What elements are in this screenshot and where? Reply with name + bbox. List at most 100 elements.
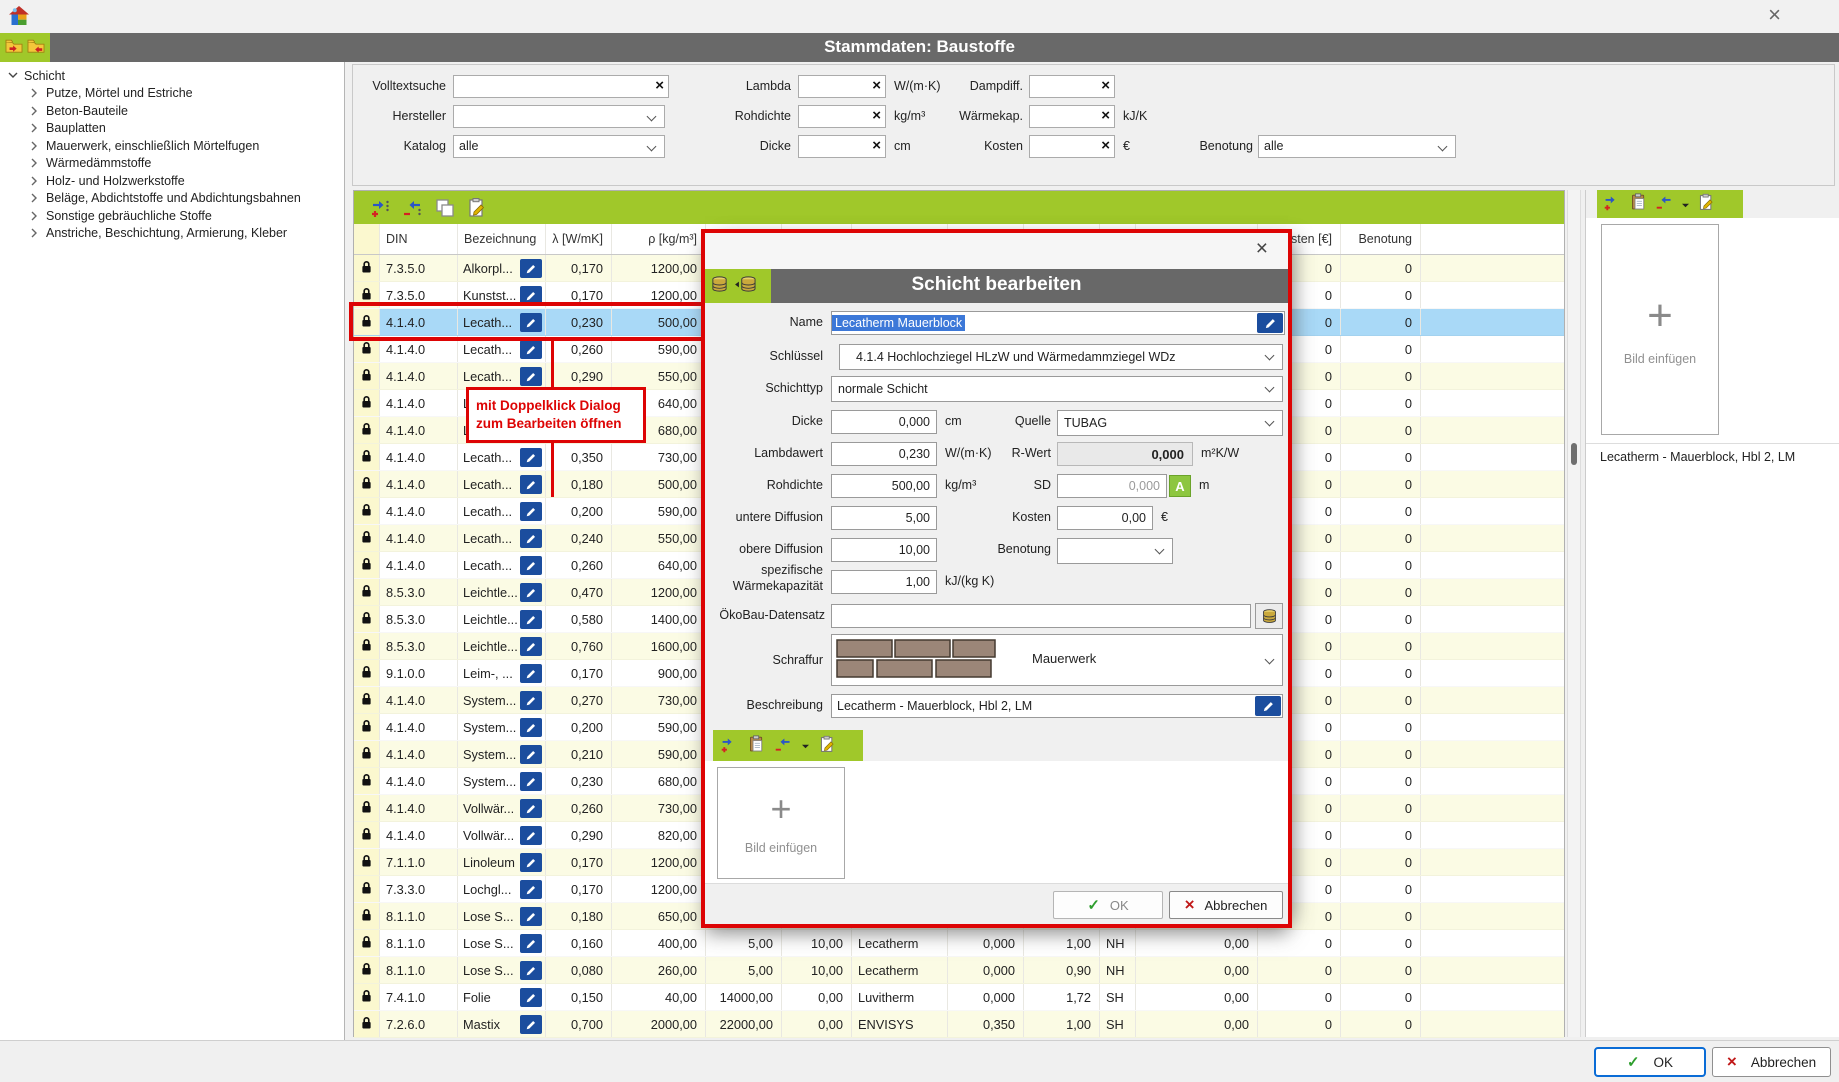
lock-header[interactable]	[354, 224, 380, 254]
obere-diffusion-input[interactable]: 10,00	[831, 538, 937, 562]
din-header[interactable]: DIN	[380, 224, 458, 254]
edit-pencil-icon[interactable]	[520, 610, 542, 629]
bezeichnung-header[interactable]: Bezeichnung	[458, 224, 546, 254]
lambdawert-input[interactable]: 0,230	[831, 442, 937, 466]
paste-icon[interactable]	[1629, 193, 1648, 215]
clear-icon[interactable]: ×	[872, 107, 881, 124]
oekobau-input[interactable]	[831, 604, 1251, 628]
clear-icon[interactable]: ×	[1101, 137, 1110, 154]
chevron-right-icon[interactable]	[30, 211, 46, 221]
tree-item[interactable]: Mauerwerk, einschließlich Mörtelfugen	[0, 137, 344, 155]
spez-waermekapazitaet-input[interactable]: 1,00	[831, 570, 937, 594]
edit-pencil-icon[interactable]	[520, 745, 542, 764]
image-placeholder[interactable]: + Bild einfügen	[1601, 224, 1719, 435]
edit-pencil-icon[interactable]	[520, 583, 542, 602]
schichttyp-dropdown[interactable]: normale Schicht	[831, 376, 1283, 402]
beschreibung-input[interactable]: Lecatherm - Mauerblock, Hbl 2, LM	[831, 694, 1283, 718]
table-row[interactable]: 8.1.1.0 Lose S... 0,160 400,00 5,00 10,0…	[354, 930, 1564, 957]
tree-item[interactable]: Wärmedämmstoffe	[0, 155, 344, 173]
edit-pencil-icon[interactable]	[520, 637, 542, 656]
sd-input[interactable]: 0,000	[1057, 474, 1167, 498]
benotung-dropdown[interactable]: alle	[1258, 135, 1456, 158]
schluessel-dropdown[interactable]: 4.1.4 Hochlochziegel HLzW und Wärmedammz…	[839, 344, 1283, 370]
lambda-header[interactable]: λ [W/mK]	[546, 224, 612, 254]
remove-row-icon[interactable]	[774, 735, 793, 757]
chevron-down-icon[interactable]	[8, 71, 24, 80]
edit-pencil-icon[interactable]	[520, 799, 542, 818]
lambda-input[interactable]: ×	[798, 75, 886, 98]
chevron-right-icon[interactable]	[30, 88, 46, 98]
dialog-ok-button[interactable]: ✓ OK	[1053, 891, 1163, 919]
katalog-dropdown[interactable]: alle	[453, 135, 665, 158]
table-row[interactable]: 8.1.1.0 Lose S... 0,080 260,00 5,00 10,0…	[354, 957, 1564, 984]
edit-pencil-icon[interactable]	[1257, 313, 1283, 333]
edit-pencil-icon[interactable]	[520, 772, 542, 791]
tree-item[interactable]: Holz- und Holzwerkstoffe	[0, 172, 344, 190]
table-row[interactable]: 7.4.1.0 Folie 0,150 40,00 14000,00 0,00 …	[354, 984, 1564, 1011]
vertical-scrollbar[interactable]	[1567, 190, 1581, 1037]
benotung-header[interactable]: Benotung	[1341, 224, 1421, 254]
edit-pencil-icon[interactable]	[520, 664, 542, 683]
edit-pencil-icon[interactable]	[1255, 696, 1281, 716]
chevron-right-icon[interactable]	[30, 193, 46, 203]
remove-row-icon[interactable]	[402, 197, 424, 219]
hersteller-dropdown[interactable]	[453, 105, 665, 128]
name-input[interactable]: Lecatherm Mauerblock	[831, 311, 1285, 335]
remove-row-icon[interactable]	[1655, 193, 1674, 215]
edit-pencil-icon[interactable]	[520, 826, 542, 845]
add-row-icon[interactable]	[370, 197, 392, 219]
clear-icon[interactable]: ×	[872, 77, 881, 94]
paste-icon[interactable]	[747, 735, 766, 757]
table-row[interactable]: 7.2.6.0 Mastix 0,700 2000,00 22000,00 0,…	[354, 1011, 1564, 1038]
tree-item[interactable]: Sonstige gebräuchliche Stoffe	[0, 207, 344, 225]
clear-icon[interactable]: ×	[1101, 77, 1110, 94]
benotung-dropdown[interactable]	[1057, 538, 1173, 564]
tree-item[interactable]: Beton-Bauteile	[0, 102, 344, 120]
edit-pencil-icon[interactable]	[520, 556, 542, 575]
chevron-right-icon[interactable]	[30, 176, 46, 186]
edit-pencil-icon[interactable]	[520, 259, 542, 278]
kosten-input[interactable]: 0,00	[1057, 506, 1153, 530]
chevron-right-icon[interactable]	[30, 158, 46, 168]
clear-icon[interactable]: ×	[655, 77, 664, 94]
edit-pencil-icon[interactable]	[520, 718, 542, 737]
edit-pencil-icon[interactable]	[520, 880, 542, 899]
kosten-input[interactable]: ×	[1029, 135, 1115, 158]
paste-edit-icon[interactable]	[818, 735, 837, 757]
chevron-right-icon[interactable]	[30, 123, 46, 133]
volltextsuche-input[interactable]: ×	[453, 75, 669, 98]
rohdichte-input[interactable]: 500,00	[831, 474, 937, 498]
clear-icon[interactable]: ×	[1101, 107, 1110, 124]
chevron-right-icon[interactable]	[30, 106, 46, 116]
edit-pencil-icon[interactable]	[520, 1015, 542, 1034]
clear-icon[interactable]: ×	[872, 137, 881, 154]
edit-pencil-icon[interactable]	[520, 853, 542, 872]
menu-arrow-icon[interactable]	[1681, 197, 1690, 212]
chevron-right-icon[interactable]	[30, 228, 46, 238]
tree-item[interactable]: Putze, Mörtel und Estriche	[0, 85, 344, 103]
chevron-right-icon[interactable]	[30, 141, 46, 151]
schraffur-dropdown[interactable]: Mauerwerk	[831, 634, 1283, 686]
tree-item[interactable]: Beläge, Abdichtstoffe und Abdichtungsbah…	[0, 190, 344, 208]
dialog-cancel-button[interactable]: × Abbrechen	[1169, 891, 1283, 919]
paste-edit-icon[interactable]	[466, 197, 488, 219]
auto-button[interactable]: A	[1169, 475, 1191, 497]
edit-pencil-icon[interactable]	[520, 448, 542, 467]
image-placeholder[interactable]: + Bild einfügen	[717, 767, 845, 879]
edit-pencil-icon[interactable]	[520, 961, 542, 980]
edit-pencil-icon[interactable]	[520, 907, 542, 926]
scrollbar-thumb[interactable]	[1571, 443, 1577, 465]
add-row-icon[interactable]	[1603, 193, 1622, 215]
dicke-input[interactable]: ×	[798, 135, 886, 158]
edit-pencil-icon[interactable]	[520, 340, 542, 359]
edit-pencil-icon[interactable]	[520, 367, 542, 386]
waermekap-input[interactable]: ×	[1029, 105, 1115, 128]
menu-arrow-icon[interactable]	[801, 738, 810, 753]
tree-item[interactable]: Bauplatten	[0, 120, 344, 138]
edit-pencil-icon[interactable]	[520, 529, 542, 548]
dampdiff-input[interactable]: ×	[1029, 75, 1115, 98]
edit-pencil-icon[interactable]	[520, 691, 542, 710]
untere-diffusion-input[interactable]: 5,00	[831, 506, 937, 530]
database-button[interactable]	[1255, 603, 1283, 629]
add-row-icon[interactable]	[720, 735, 739, 757]
